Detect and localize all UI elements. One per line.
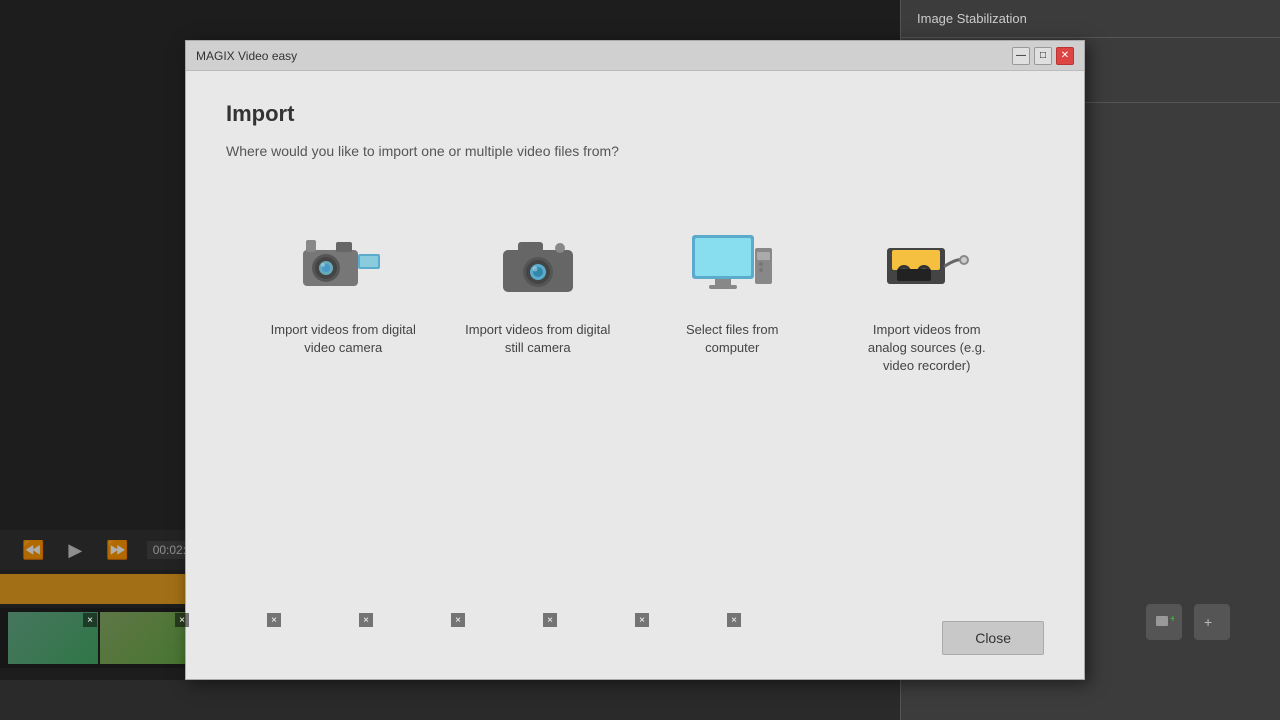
import-option-digital-still-camera[interactable]: Import videos from digital still camera xyxy=(448,209,628,373)
close-icon[interactable]: × xyxy=(543,613,557,627)
svg-text:+: + xyxy=(1204,614,1212,630)
add-clip-icon: + xyxy=(1154,612,1174,632)
import-dialog: MAGIX Video easy — □ ✕ Import Where woul… xyxy=(185,40,1085,680)
maximize-button[interactable]: □ xyxy=(1034,47,1052,65)
digital-still-camera-icon xyxy=(488,225,588,305)
close-icon[interactable]: × xyxy=(267,613,281,627)
import-option-label: Import videos from digital still camera xyxy=(464,321,612,357)
zoom-in-button[interactable]: + xyxy=(1194,604,1230,640)
zoom-icon: + xyxy=(1202,612,1222,632)
import-option-label: Import videos from digital video camera xyxy=(269,321,417,357)
import-option-digital-video-camera[interactable]: Import videos from digital video camera xyxy=(253,209,433,373)
right-panel-top: Image Stabilization xyxy=(901,0,1280,38)
add-to-timeline-button[interactable]: + xyxy=(1146,604,1182,640)
svg-text:+: + xyxy=(1170,614,1174,625)
close-button[interactable]: Close xyxy=(942,621,1044,655)
image-stabilization-label: Image Stabilization xyxy=(917,11,1027,26)
bottom-right-icons: + + xyxy=(1146,604,1230,640)
close-window-button[interactable]: ✕ xyxy=(1056,47,1074,65)
import-option-label: Select files from computer xyxy=(658,321,806,357)
close-icon[interactable]: × xyxy=(359,613,373,627)
dialog-content: Import Where would you like to import on… xyxy=(186,71,1084,422)
close-icon[interactable]: × xyxy=(635,613,649,627)
import-subtitle: Where would you like to import one or mu… xyxy=(226,143,1044,159)
import-option-label: Import videos from analog sources (e.g. … xyxy=(853,321,1001,376)
close-icon[interactable]: × xyxy=(83,613,97,627)
close-icon[interactable]: × xyxy=(727,613,741,627)
minimize-button[interactable]: — xyxy=(1012,47,1030,65)
close-icon[interactable]: × xyxy=(451,613,465,627)
close-icon[interactable]: × xyxy=(175,613,189,627)
import-option-computer[interactable]: Select files from computer xyxy=(642,209,822,373)
analog-sources-icon xyxy=(877,225,977,305)
import-options: Import videos from digital video camera xyxy=(226,209,1044,392)
import-heading: Import xyxy=(226,101,1044,127)
import-option-analog-sources[interactable]: Import videos from analog sources (e.g. … xyxy=(837,209,1017,392)
dialog-titlebar: MAGIX Video easy — □ ✕ xyxy=(186,41,1084,71)
digital-video-camera-icon xyxy=(293,225,393,305)
computer-icon xyxy=(682,225,782,305)
dialog-title: MAGIX Video easy xyxy=(196,49,297,63)
titlebar-controls: — □ ✕ xyxy=(1012,47,1074,65)
